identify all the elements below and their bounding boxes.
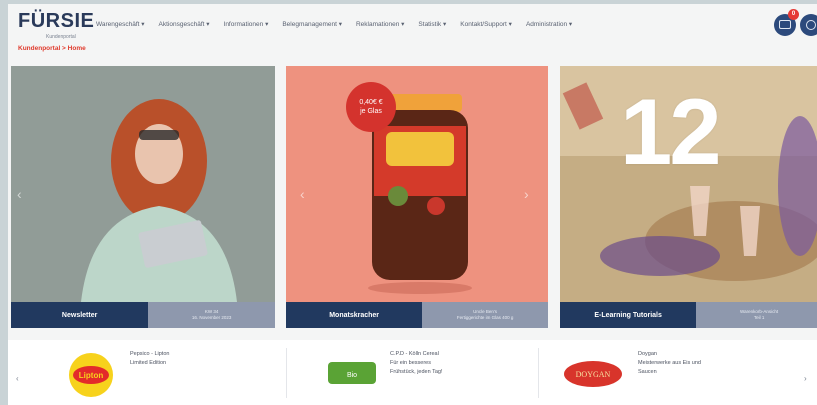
nav-belegmanagement[interactable]: Belegmanagement ▾ [282,20,342,28]
newsletter-tile[interactable]: ‹ Newsletter KW 34 16. November 2023 [11,66,275,328]
logo-subtitle: Kundenportal [46,34,76,40]
brand-card-doygan[interactable]: DOYGAN Doygan Meisterwerke aus Eis und S… [558,340,778,405]
newsletter-image [11,66,275,302]
doygan-text: Doygan Meisterwerke aus Eis und Saucen [638,351,701,375]
nav-statistik[interactable]: Statistik ▾ [418,20,446,28]
lipton-logo-text: Lipton [79,371,104,380]
newsletter-footer: Newsletter KW 34 16. November 2023 [11,302,275,328]
doygan-logo: DOYGAN [564,361,622,387]
brand-card-lipton[interactable]: Lipton Pepsico - Lipton Limited Edition [58,340,278,405]
product-jar-image [286,66,548,302]
carousel-prev-icon[interactable]: ‹ [17,186,22,202]
brand-card-bio[interactable]: Bio C.P.D - Kölln Cereal Für ein bessere… [308,340,528,405]
header: FÜRSIE Kundenportal Warengeschäft ▾ Akti… [8,4,817,60]
user-menu-button[interactable] [800,14,817,36]
badge-price: 0,40€ € [359,99,383,106]
nav-kontakt-support[interactable]: Kontakt/Support ▾ [460,20,512,28]
elearning-info: Warenkorb-Ansicht Teil 1 [696,302,817,328]
elearning-footer: E-Learning Tutorials Warenkorb-Ansicht T… [560,302,817,328]
brand-prev-icon[interactable]: ‹ [16,374,19,383]
bio-logo: Bio [328,362,376,384]
doygan-logo-text: DOYGAN [576,370,611,379]
cart-count-badge: 0 [788,9,799,20]
logo[interactable]: FÜRSIE [18,10,94,33]
carousel-next-icon[interactable]: › [524,186,529,202]
bio-text: C.P.D - Kölln Cereal Für ein besseres Fr… [390,351,443,375]
main-navigation: Warengeschäft ▾ Aktionsgeschäft ▾ Inform… [96,20,572,28]
monatskracher-footer: Monatskracher Uncle Ben's Fertiggerichte… [286,302,548,328]
nav-administration[interactable]: Administration ▾ [526,20,572,28]
divider [538,348,539,398]
newsletter-info: KW 34 16. November 2023 [148,302,275,328]
lipton-text: Pepsico - Lipton Limited Edition [130,351,170,366]
monatskracher-tile[interactable]: 0,40€ € je Glas ‹ › Monatskracher Uncle … [286,66,548,328]
elearning-tile[interactable]: 12 E-Learning Tutorials Warenkorb-Ansich… [560,66,817,328]
user-icon [806,20,816,30]
badge-unit: je Glas [360,108,382,115]
nav-informationen[interactable]: Informationen ▾ [224,20,269,28]
elearning-title[interactable]: E-Learning Tutorials [560,302,697,328]
nav-warengeschaeft[interactable]: Warengeschäft ▾ [96,20,145,28]
brand-next-icon[interactable]: › [804,374,807,383]
monatskracher-title[interactable]: Monatskracher [286,302,423,328]
nav-reklamationen[interactable]: Reklamationen ▾ [356,20,404,28]
overlay-number: 12 [620,79,722,184]
lipton-logo: Lipton [69,353,113,397]
newsletter-title[interactable]: Newsletter [11,302,149,328]
app-frame: FÜRSIE Kundenportal Warengeschäft ▾ Akti… [8,4,817,405]
cart-icon [779,20,791,29]
breadcrumb[interactable]: Kundenportal > Home [18,45,86,52]
bio-logo-text: Bio [347,372,357,379]
monatskracher-info: Uncle Ben's Fertiggerichte im Glas 400 g [422,302,548,328]
price-badge: 0,40€ € je Glas [346,82,396,132]
divider [286,348,287,398]
brand-carousel: ‹ Lipton Pepsico - Lipton Limited Editio… [8,340,817,405]
carousel-prev-icon[interactable]: ‹ [300,186,305,202]
nav-aktionsgeschaeft[interactable]: Aktionsgeschäft ▾ [159,20,210,28]
